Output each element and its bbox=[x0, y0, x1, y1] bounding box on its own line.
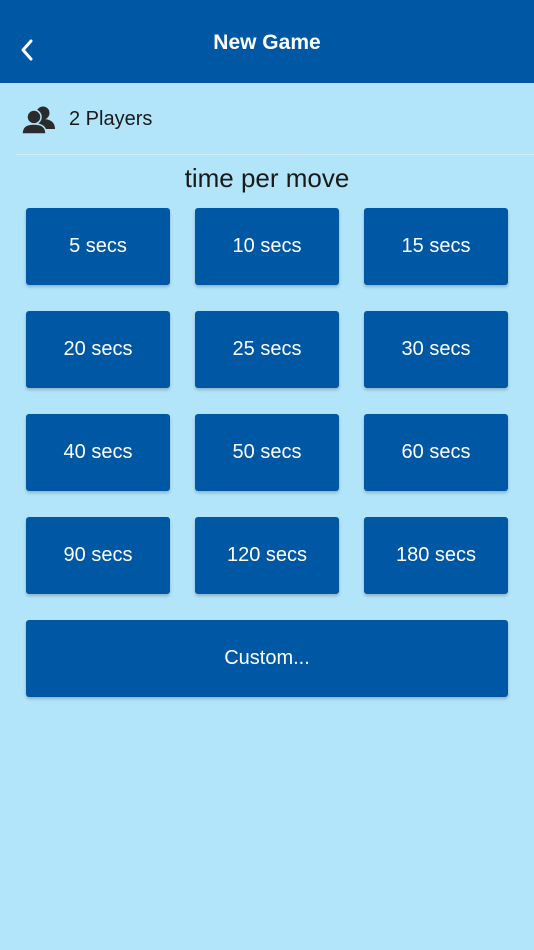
time-option-120-button[interactable]: 120 secs bbox=[195, 517, 339, 594]
time-option-60-button[interactable]: 60 secs bbox=[364, 414, 508, 491]
custom-time-button[interactable]: Custom... bbox=[26, 620, 508, 697]
time-option-90-button[interactable]: 90 secs bbox=[26, 517, 170, 594]
time-option-50-button[interactable]: 50 secs bbox=[195, 414, 339, 491]
divider bbox=[16, 154, 534, 155]
time-option-180-button[interactable]: 180 secs bbox=[364, 517, 508, 594]
players-label: 2 Players bbox=[69, 108, 153, 130]
header-bar: New Game bbox=[0, 0, 534, 83]
players-icon bbox=[22, 106, 55, 135]
back-button[interactable] bbox=[14, 32, 40, 68]
time-option-25-button[interactable]: 25 secs bbox=[195, 311, 339, 388]
time-option-10-button[interactable]: 10 secs bbox=[195, 208, 339, 285]
time-option-30-button[interactable]: 30 secs bbox=[364, 311, 508, 388]
time-option-20-button[interactable]: 20 secs bbox=[26, 311, 170, 388]
page-title: New Game bbox=[213, 30, 321, 54]
time-option-15-button[interactable]: 15 secs bbox=[364, 208, 508, 285]
section-title: time per move bbox=[184, 163, 350, 193]
time-option-5-button[interactable]: 5 secs bbox=[26, 208, 170, 285]
players-selector[interactable]: 2 Players bbox=[0, 83, 534, 155]
time-option-40-button[interactable]: 40 secs bbox=[26, 414, 170, 491]
chevron-left-icon bbox=[21, 39, 33, 61]
